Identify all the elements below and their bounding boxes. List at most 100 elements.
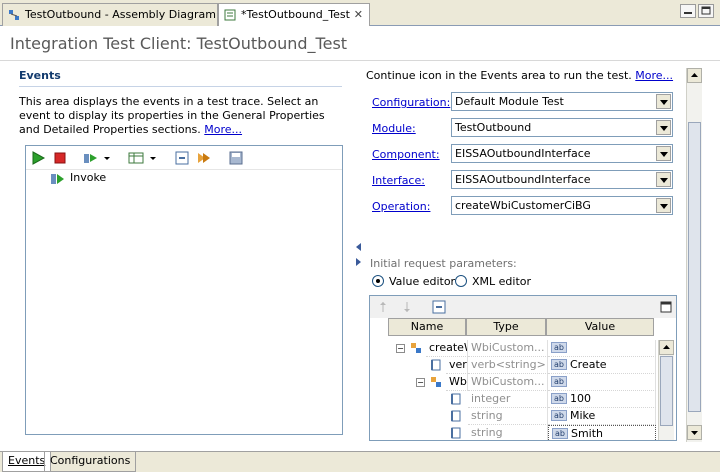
cell-value[interactable]: ab Smith [548, 425, 656, 440]
diagram-icon [9, 10, 19, 20]
scroll-up-button[interactable] [687, 68, 702, 83]
table-row[interactable]: − createW WbiCustom... ab [390, 340, 674, 357]
interface-label[interactable]: Interface: [372, 174, 425, 187]
table-icon[interactable] [128, 150, 144, 166]
move-up-icon[interactable] [376, 300, 390, 314]
cell-value[interactable]: ab Mike [548, 408, 656, 425]
radio-label: Value editor [389, 275, 456, 288]
cell-value[interactable]: ab [548, 374, 656, 391]
string-type-icon: ab [551, 342, 567, 353]
events-tree[interactable]: Invoke [25, 145, 343, 435]
column-header-name[interactable]: Name [388, 318, 466, 336]
maximize-icon[interactable] [660, 301, 672, 313]
table-row[interactable]: string ab Smith [390, 425, 674, 440]
tab-label: TestOutbound - Assembly Diagram [25, 8, 216, 21]
column-header-type[interactable]: Type [466, 318, 546, 336]
collapse-icon[interactable]: − [396, 344, 405, 353]
collapse-all-icon[interactable] [174, 150, 190, 166]
radio-unselected-icon [455, 275, 467, 287]
chevron-down-icon[interactable] [102, 150, 112, 166]
module-combo[interactable]: TestOutbound [451, 118, 673, 137]
cell-type: verb<string> [468, 357, 548, 374]
column-header-value[interactable]: Value [546, 318, 654, 336]
sync-icon[interactable] [196, 150, 212, 166]
interface-combo[interactable]: EISSAOutboundInterface [451, 170, 673, 189]
maximize-button[interactable] [698, 4, 714, 18]
collapse-icon[interactable]: − [416, 378, 425, 387]
component-label[interactable]: Component: [372, 148, 440, 161]
component-combo[interactable]: EISSAOutboundInterface [451, 144, 673, 163]
table-row[interactable]: string ab Mike [390, 408, 674, 425]
stop-icon[interactable] [52, 150, 68, 166]
module-value: TestOutbound [455, 121, 532, 134]
chevron-down-icon[interactable] [656, 94, 671, 109]
configuration-label[interactable]: Configuration: [372, 96, 450, 109]
divider [0, 60, 720, 61]
chevron-down-icon[interactable] [656, 146, 671, 161]
field-icon [431, 359, 441, 371]
string-type-icon: ab [552, 428, 568, 439]
value-editor-toolbar [370, 296, 676, 318]
string-type-icon: ab [551, 376, 567, 387]
operation-label[interactable]: Operation: [372, 200, 430, 213]
tab-label: Events [8, 454, 46, 467]
event-item-label: Invoke [70, 171, 107, 184]
cell-value-text: Smith [570, 427, 604, 440]
table-row[interactable]: − Wb WbiCustom... ab [390, 374, 674, 391]
table-scrollbar[interactable] [658, 340, 674, 440]
invoke-icon[interactable] [82, 150, 98, 166]
expand-right-icon[interactable] [356, 258, 361, 266]
details-scrollbar[interactable] [686, 68, 702, 442]
tab-assembly-diagram[interactable]: TestOutbound - Assembly Diagram [2, 3, 218, 26]
close-icon[interactable]: ✕ [354, 8, 363, 21]
scroll-thumb[interactable] [688, 122, 701, 412]
bottom-tab-bar: Events Configurations [0, 451, 720, 472]
events-more-link[interactable]: More... [204, 123, 242, 136]
divider [19, 86, 342, 87]
chevron-up-icon [691, 73, 698, 77]
value-editor-table[interactable]: Name Type Value − createW WbiCustom... a… [369, 295, 677, 441]
scroll-down-button[interactable] [687, 425, 702, 440]
run-icon[interactable] [30, 150, 46, 166]
string-type-icon: ab [551, 410, 567, 421]
chevron-down-icon [691, 431, 698, 435]
radio-selected-icon [372, 275, 384, 287]
collapse-left-icon[interactable] [356, 243, 361, 251]
radio-label: XML editor [472, 275, 532, 288]
details-more-link[interactable]: More... [635, 69, 673, 82]
chevron-down-icon[interactable] [656, 172, 671, 187]
integer-type-icon: ab [551, 393, 567, 404]
collapse-all-icon[interactable] [432, 300, 446, 314]
table-row[interactable]: integer ab 100 [390, 391, 674, 408]
save-icon[interactable] [228, 150, 244, 166]
chevron-down-icon[interactable] [148, 150, 158, 166]
chevron-down-icon[interactable] [656, 198, 671, 213]
module-label[interactable]: Module: [372, 122, 416, 135]
interface-value: EISSAOutboundInterface [455, 173, 591, 186]
tab-configurations[interactable]: Configurations [44, 452, 137, 472]
cell-name: verb [446, 357, 468, 374]
business-object-icon [411, 343, 421, 353]
maximize-icon [701, 6, 711, 15]
details-intro-text: Continue icon in the Events area to run … [366, 69, 632, 82]
page-title: Integration Test Client: TestOutbound_Te… [10, 34, 348, 53]
initial-params-label: Initial request parameters: [370, 257, 517, 270]
events-toolbar [26, 146, 342, 170]
operation-combo[interactable]: createWbiCustomerCiBG [451, 196, 673, 215]
cell-value[interactable]: ab Create [548, 357, 656, 374]
field-icon [451, 410, 461, 422]
move-down-icon[interactable] [400, 300, 414, 314]
table-row[interactable]: verb verb<string> abCreate [390, 357, 674, 374]
field-icon [451, 393, 461, 405]
cell-name: Wb [446, 374, 468, 391]
cell-type: integer [468, 391, 548, 408]
scroll-up-button[interactable] [659, 340, 674, 355]
chevron-down-icon[interactable] [656, 120, 671, 135]
cell-value[interactable]: ab [548, 340, 656, 357]
scroll-thumb[interactable] [660, 356, 673, 426]
tab-testoutbound-test[interactable]: *TestOutbound_Test ✕ [218, 3, 370, 26]
cell-value[interactable]: ab 100 [548, 391, 656, 408]
configuration-combo[interactable]: Default Module Test [451, 92, 673, 111]
minimize-button[interactable] [680, 4, 696, 18]
component-value: EISSAOutboundInterface [455, 147, 591, 160]
